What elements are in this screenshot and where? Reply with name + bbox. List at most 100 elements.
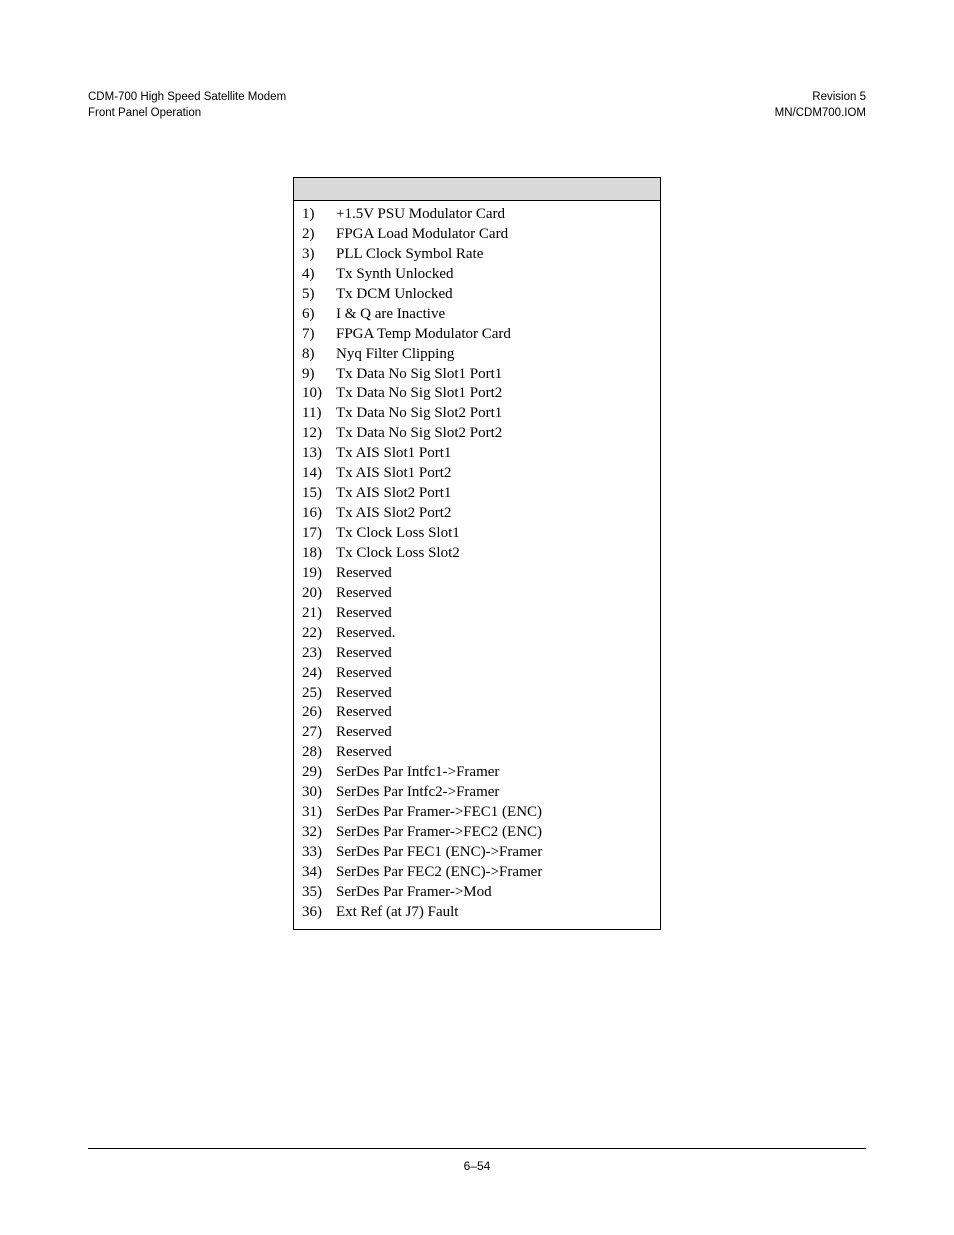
- list-item-number: 6): [302, 305, 336, 325]
- list-item-text: Tx Synth Unlocked: [336, 265, 652, 285]
- list-item-number: 25): [302, 684, 336, 704]
- list-item: 30)SerDes Par Intfc2->Framer: [302, 783, 652, 803]
- list-item: 23)Reserved: [302, 644, 652, 664]
- list-item: 9)Tx Data No Sig Slot1 Port1: [302, 365, 652, 385]
- list-item-text: SerDes Par Framer->Mod: [336, 883, 652, 903]
- list-item-text: Tx AIS Slot2 Port2: [336, 504, 652, 524]
- list-item-text: SerDes Par FEC1 (ENC)->Framer: [336, 843, 652, 863]
- list-item-number: 28): [302, 743, 336, 763]
- list-item-text: Reserved: [336, 703, 652, 723]
- list-item: 16)Tx AIS Slot2 Port2: [302, 504, 652, 524]
- list-item-number: 11): [302, 404, 336, 424]
- list-item-number: 7): [302, 325, 336, 345]
- list-item-text: SerDes Par Intfc2->Framer: [336, 783, 652, 803]
- list-item: 2)FPGA Load Modulator Card: [302, 225, 652, 245]
- list-item-number: 30): [302, 783, 336, 803]
- list-item-text: Reserved: [336, 664, 652, 684]
- list-item-text: SerDes Par Framer->FEC1 (ENC): [336, 803, 652, 823]
- list-item-number: 3): [302, 245, 336, 265]
- list-item-text: Tx Data No Sig Slot1 Port2: [336, 384, 652, 404]
- list-item-text: Tx AIS Slot1 Port1: [336, 444, 652, 464]
- list-item-number: 33): [302, 843, 336, 863]
- list-item: 19)Reserved: [302, 564, 652, 584]
- table-header-cell: [294, 178, 661, 201]
- list-item-number: 1): [302, 205, 336, 225]
- list-item-number: 36): [302, 903, 336, 923]
- list-item-text: Tx Clock Loss Slot1: [336, 524, 652, 544]
- list-item-text: FPGA Load Modulator Card: [336, 225, 652, 245]
- list-item: 28)Reserved: [302, 743, 652, 763]
- list-item: 36)Ext Ref (at J7) Fault: [302, 903, 652, 923]
- list-item-number: 23): [302, 644, 336, 664]
- page-footer: 6–54: [0, 1148, 954, 1173]
- list-item-text: Tx Data No Sig Slot1 Port1: [336, 365, 652, 385]
- header-left: CDM-700 High Speed Satellite Modem Front…: [88, 90, 286, 121]
- list-item: 1)+1.5V PSU Modulator Card: [302, 205, 652, 225]
- list-item: 11)Tx Data No Sig Slot2 Port1: [302, 404, 652, 424]
- list-item: 10)Tx Data No Sig Slot1 Port2: [302, 384, 652, 404]
- header-right-line2: MN/CDM700.IOM: [775, 107, 866, 119]
- list-item: 4)Tx Synth Unlocked: [302, 265, 652, 285]
- list-item-number: 8): [302, 345, 336, 365]
- list-item-number: 18): [302, 544, 336, 564]
- fault-list: 1)+1.5V PSU Modulator Card2)FPGA Load Mo…: [302, 205, 652, 923]
- list-item-number: 12): [302, 424, 336, 444]
- list-item-number: 14): [302, 464, 336, 484]
- list-item: 35)SerDes Par Framer->Mod: [302, 883, 652, 903]
- list-item: 14)Tx AIS Slot1 Port2: [302, 464, 652, 484]
- list-item: 26)Reserved: [302, 703, 652, 723]
- list-item: 22)Reserved.: [302, 624, 652, 644]
- list-item: 6)I & Q are Inactive: [302, 305, 652, 325]
- list-item: 20)Reserved: [302, 584, 652, 604]
- header-left-line2: Front Panel Operation: [88, 107, 201, 119]
- list-item: 15)Tx AIS Slot2 Port1: [302, 484, 652, 504]
- list-item: 31)SerDes Par Framer->FEC1 (ENC): [302, 803, 652, 823]
- list-item: 12)Tx Data No Sig Slot2 Port2: [302, 424, 652, 444]
- list-item: 21)Reserved: [302, 604, 652, 624]
- list-item-text: I & Q are Inactive: [336, 305, 652, 325]
- header-right: Revision 5 MN/CDM700.IOM: [775, 90, 866, 121]
- list-item-text: SerDes Par Framer->FEC2 (ENC): [336, 823, 652, 843]
- list-item-number: 35): [302, 883, 336, 903]
- list-item-text: Tx DCM Unlocked: [336, 285, 652, 305]
- page-header: CDM-700 High Speed Satellite Modem Front…: [88, 90, 866, 121]
- list-item-number: 32): [302, 823, 336, 843]
- list-item: 5)Tx DCM Unlocked: [302, 285, 652, 305]
- list-item-text: Reserved: [336, 684, 652, 704]
- list-item-text: Ext Ref (at J7) Fault: [336, 903, 652, 923]
- list-item-text: Tx AIS Slot1 Port2: [336, 464, 652, 484]
- list-item-text: Reserved: [336, 644, 652, 664]
- list-item-text: Reserved: [336, 604, 652, 624]
- list-item-number: 9): [302, 365, 336, 385]
- list-item-number: 22): [302, 624, 336, 644]
- list-item: 32)SerDes Par Framer->FEC2 (ENC): [302, 823, 652, 843]
- list-item: 34)SerDes Par FEC2 (ENC)->Framer: [302, 863, 652, 883]
- list-item: 18)Tx Clock Loss Slot2: [302, 544, 652, 564]
- page-number: 6–54: [464, 1159, 491, 1173]
- list-item-number: 16): [302, 504, 336, 524]
- list-item-number: 31): [302, 803, 336, 823]
- list-item-text: Reserved: [336, 584, 652, 604]
- list-item-text: Reserved.: [336, 624, 652, 644]
- list-item: 3)PLL Clock Symbol Rate: [302, 245, 652, 265]
- list-item: 33)SerDes Par FEC1 (ENC)->Framer: [302, 843, 652, 863]
- list-item-text: Tx AIS Slot2 Port1: [336, 484, 652, 504]
- list-item-number: 26): [302, 703, 336, 723]
- list-item-number: 4): [302, 265, 336, 285]
- list-item-number: 5): [302, 285, 336, 305]
- list-item-text: Reserved: [336, 723, 652, 743]
- list-item-number: 13): [302, 444, 336, 464]
- header-left-line1: CDM-700 High Speed Satellite Modem: [88, 91, 286, 103]
- list-item: 29)SerDes Par Intfc1->Framer: [302, 763, 652, 783]
- list-item-number: 24): [302, 664, 336, 684]
- header-right-line1: Revision 5: [812, 91, 866, 103]
- list-item: 25)Reserved: [302, 684, 652, 704]
- list-item: 8)Nyq Filter Clipping: [302, 345, 652, 365]
- page: CDM-700 High Speed Satellite Modem Front…: [0, 0, 954, 1235]
- list-item-text: Tx Data No Sig Slot2 Port1: [336, 404, 652, 424]
- list-item-text: PLL Clock Symbol Rate: [336, 245, 652, 265]
- footer-rule: [88, 1148, 866, 1149]
- list-item-number: 2): [302, 225, 336, 245]
- list-item: 17)Tx Clock Loss Slot1: [302, 524, 652, 544]
- list-item: 24)Reserved: [302, 664, 652, 684]
